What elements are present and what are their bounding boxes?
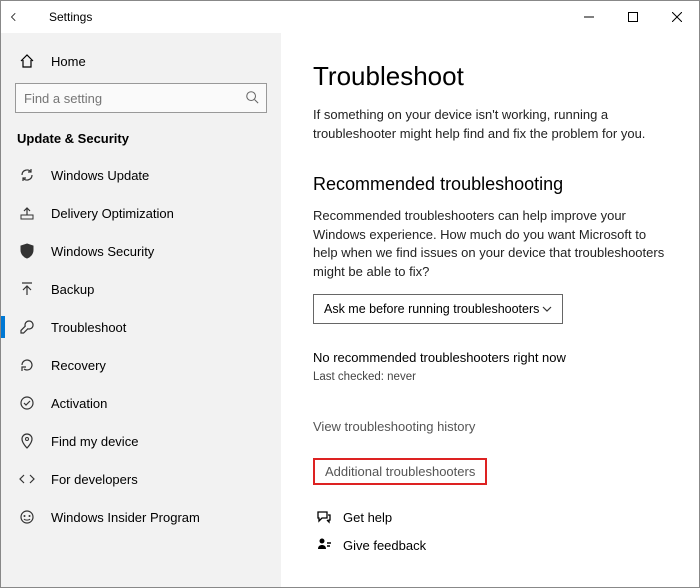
sidebar-item-for-developers[interactable]: For developers	[1, 460, 281, 498]
search-icon	[245, 90, 259, 104]
get-help-link[interactable]: Get help	[313, 503, 671, 531]
sidebar-item-troubleshoot[interactable]: Troubleshoot	[1, 308, 281, 346]
home-label: Home	[51, 54, 86, 69]
backup-icon	[17, 281, 37, 297]
chevron-down-icon	[542, 304, 552, 314]
location-icon	[17, 433, 37, 449]
give-feedback-label: Give feedback	[343, 538, 426, 553]
sidebar-item-windows-update[interactable]: Windows Update	[1, 156, 281, 194]
home-button[interactable]: Home	[1, 45, 281, 77]
content: Troubleshoot If something on your device…	[281, 33, 699, 587]
troubleshoot-preference-dropdown[interactable]: Ask me before running troubleshooters	[313, 294, 563, 324]
sidebar-item-label: Find my device	[51, 434, 138, 449]
maximize-button[interactable]	[611, 1, 655, 33]
last-checked-text: Last checked: never	[313, 371, 671, 383]
recovery-icon	[17, 357, 37, 373]
feedback-icon	[313, 537, 335, 553]
sidebar-item-recovery[interactable]: Recovery	[1, 346, 281, 384]
minimize-button[interactable]	[567, 1, 611, 33]
sync-icon	[17, 167, 37, 183]
section-header: Update & Security	[1, 125, 281, 156]
delivery-icon	[17, 205, 37, 221]
search-box[interactable]	[15, 83, 267, 113]
sidebar-item-label: Activation	[51, 396, 107, 411]
recommended-desc: Recommended troubleshooters can help imp…	[313, 207, 671, 282]
page-title: Troubleshoot	[313, 61, 671, 92]
sidebar-item-label: Troubleshoot	[51, 320, 126, 335]
chat-icon	[313, 509, 335, 525]
sidebar-item-find-my-device[interactable]: Find my device	[1, 422, 281, 460]
sidebar-item-label: Windows Update	[51, 168, 149, 183]
insider-icon	[17, 509, 37, 525]
get-help-label: Get help	[343, 510, 392, 525]
sidebar-item-label: Windows Insider Program	[51, 510, 200, 525]
sidebar-item-activation[interactable]: Activation	[1, 384, 281, 422]
window-title: Settings	[49, 10, 92, 24]
view-history-link[interactable]: View troubleshooting history	[313, 419, 475, 434]
titlebar: Settings	[1, 1, 699, 33]
sidebar-item-windows-insider[interactable]: Windows Insider Program	[1, 498, 281, 536]
settings-window: Settings Home Update	[0, 0, 700, 588]
wrench-icon	[17, 319, 37, 335]
sidebar-item-windows-security[interactable]: Windows Security	[1, 232, 281, 270]
code-icon	[17, 471, 37, 487]
sidebar: Home Update & Security Windows Update	[1, 33, 281, 587]
home-icon	[17, 53, 37, 69]
dropdown-value: Ask me before running troubleshooters	[324, 302, 539, 316]
sidebar-item-backup[interactable]: Backup	[1, 270, 281, 308]
additional-troubleshooters-link[interactable]: Additional troubleshooters	[325, 464, 475, 479]
no-recommended-text: No recommended troubleshooters right now	[313, 350, 671, 365]
window-controls	[567, 1, 699, 33]
recommended-heading: Recommended troubleshooting	[313, 174, 671, 195]
sidebar-item-label: Recovery	[51, 358, 106, 373]
sidebar-item-label: Windows Security	[51, 244, 154, 259]
sidebar-item-delivery-optimization[interactable]: Delivery Optimization	[1, 194, 281, 232]
activation-icon	[17, 395, 37, 411]
sidebar-item-label: For developers	[51, 472, 138, 487]
back-button[interactable]	[9, 12, 37, 22]
intro-text: If something on your device isn't workin…	[313, 106, 671, 144]
give-feedback-link[interactable]: Give feedback	[313, 531, 671, 559]
shield-icon	[17, 243, 37, 259]
sidebar-item-label: Delivery Optimization	[51, 206, 174, 221]
nav-list: Windows Update Delivery Optimization Win…	[1, 156, 281, 536]
close-button[interactable]	[655, 1, 699, 33]
sidebar-item-label: Backup	[51, 282, 94, 297]
search-input[interactable]	[15, 83, 267, 113]
additional-troubleshooters-highlight: Additional troubleshooters	[313, 458, 487, 485]
